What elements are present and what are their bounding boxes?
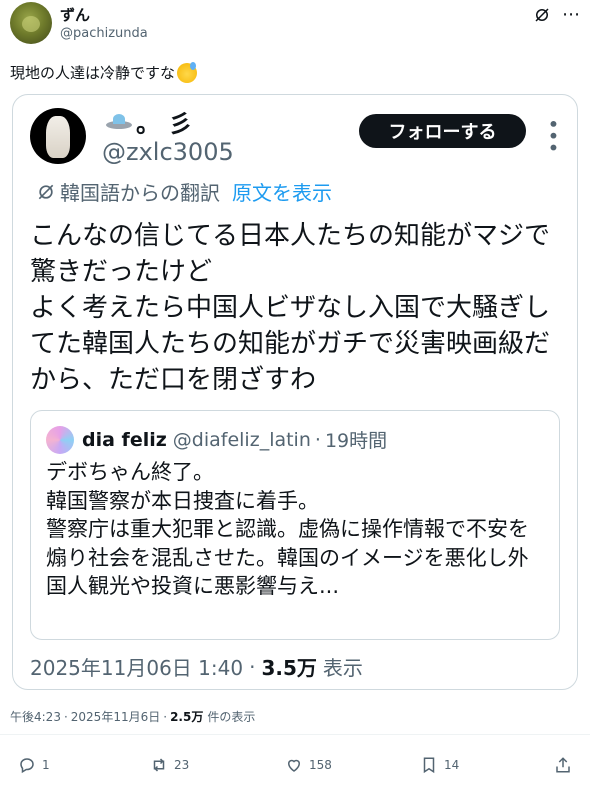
nested-post-header: dia feliz @diafeliz_latin · 19時間 [82, 426, 387, 453]
quoted-post-body: こんなの信じてる日本人たちの知能がマジで驚きだったけど よく考えたら中国人ビザな… [30, 218, 560, 398]
repost-button[interactable]: 23 [150, 756, 189, 774]
nested-author-handle[interactable]: @diafeliz_latin [173, 429, 311, 451]
sweat-smile-emoji [177, 61, 198, 83]
reply-count: 1 [42, 758, 50, 772]
like-button[interactable]: 158 [285, 756, 332, 774]
heart-icon [287, 759, 301, 772]
quoted-post-meta: 2025年11月06日 1:40 · 3.5万 表示 [30, 652, 363, 681]
nested-post-time[interactable]: 19時間 [325, 426, 387, 453]
follow-button[interactable]: フォローする [359, 114, 526, 148]
post-text-content: 現地の人達は冷静ですな [10, 64, 176, 82]
quoted-author-avatar[interactable] [30, 108, 86, 164]
author-handle[interactable]: @pachizunda [60, 26, 148, 41]
post-date[interactable]: 2025年11月6日 [71, 708, 160, 725]
repost-count: 23 [174, 758, 190, 772]
post-text: 現地の人達は冷静ですな [10, 61, 198, 83]
translation-label: 韓国語からの翻訳 [60, 181, 220, 205]
quoted-more-icon[interactable]: ••• [541, 118, 565, 153]
post-time[interactable]: 午後4:23 [10, 708, 61, 725]
post-meta: 午後4:23 · 2025年11月6日 · 2.5万 件の表示 [10, 708, 255, 725]
quoted-view-label: 表示 [322, 656, 363, 680]
reply-button[interactable]: 1 [18, 756, 50, 774]
nested-author-name[interactable]: dia feliz [82, 429, 167, 451]
more-options-icon[interactable]: ⋯ [562, 4, 581, 25]
view-count: 2.5万 [170, 710, 204, 724]
divider [0, 734, 590, 735]
show-original-link[interactable]: 原文を表示 [232, 177, 332, 206]
separator-dot: · [314, 428, 321, 451]
bookmark-count: 14 [444, 758, 460, 772]
author-name[interactable]: ずん [60, 4, 90, 25]
nested-author-avatar[interactable] [46, 426, 74, 454]
separator-dot: · [63, 709, 68, 724]
nested-post-body: デボちゃん終了。 韓国警察が本日捜査に着手。 警察庁は重大犯罪と認識。虚偽に操作… [46, 458, 546, 601]
reply-icon [20, 758, 34, 774]
ufo-icon [104, 111, 134, 133]
share-button[interactable] [554, 756, 572, 774]
quoted-author-handle[interactable]: @zxlc3005 [102, 138, 234, 166]
quoted-post-text: こんなの信じてる日本人たちの知能がマジで驚きだったけど よく考えたら中国人ビザな… [30, 221, 551, 395]
view-label: 件の表示 [207, 710, 256, 724]
quoted-author-name[interactable]: 。 彡 [104, 104, 192, 139]
quoted-view-count: 3.5万 [261, 656, 317, 680]
bookmark-button[interactable]: 14 [420, 756, 459, 774]
nested-post-text: デボちゃん終了。 韓国警察が本日捜査に着手。 警察庁は重大犯罪と認識。虚偽に操作… [46, 460, 529, 599]
author-avatar[interactable] [10, 2, 52, 44]
share-icon [556, 757, 570, 773]
quoted-post-date[interactable]: 2025年11月06日 1:40 [30, 652, 243, 681]
quoted-author-name-text: 。 彡 [136, 110, 193, 138]
separator-dot: · [163, 709, 168, 724]
grok-icon[interactable] [533, 6, 551, 24]
like-count: 158 [309, 758, 332, 772]
translation-row: 韓国語からの翻訳 原文を表示 [36, 177, 332, 206]
repost-icon [153, 758, 165, 772]
translate-icon [38, 184, 54, 199]
bookmark-icon [423, 757, 435, 774]
separator-dot: · [249, 654, 256, 679]
